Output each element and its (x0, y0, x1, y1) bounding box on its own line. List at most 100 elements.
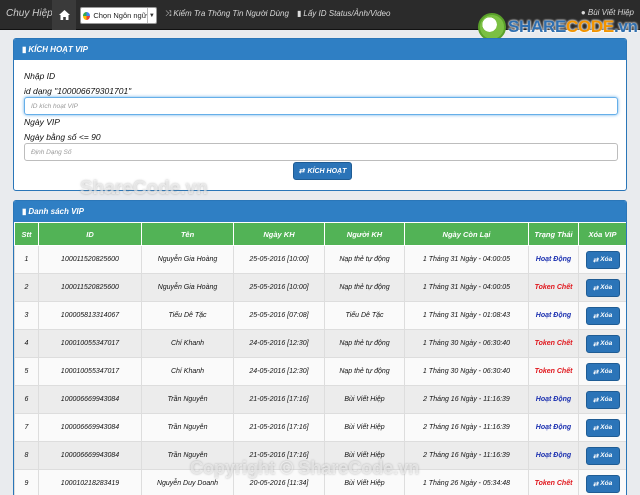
watermark-bottom: Copyright © ShareCode.vn (190, 458, 420, 478)
delete-vip-button[interactable]: ⇄ Xóa (585, 446, 620, 465)
cell-id: 100011520825600 (38, 245, 142, 274)
nav-get-id-label: Lấy ID Status/Ảnh/Video (303, 9, 391, 18)
vip-id-input[interactable]: ID kích hoạt VIP (24, 97, 618, 115)
vip-list-panel: ▮ Danh sách VIP Stt ID Tên Ngày KH Người… (13, 200, 627, 495)
cell-delete: ⇄ Xóa (578, 385, 626, 414)
cell-stt: 7 (14, 413, 39, 442)
cell-stt: 5 (14, 357, 39, 386)
col-id: ID (38, 222, 142, 246)
home-button[interactable] (52, 0, 76, 30)
nav-user-info-label: Kiểm Tra Thông Tin Người Dùng (173, 9, 289, 18)
cell-status: Hoạt Động (528, 413, 579, 442)
nav-user-info-link[interactable]: ⤨ Kiểm Tra Thông Tin Người Dùng (165, 9, 289, 19)
col-status: Trạng Thái (528, 222, 579, 246)
delete-vip-button[interactable]: ⇄ Xóa (585, 334, 620, 353)
swap-icon: ⇄ (592, 284, 599, 292)
col-remaining: Ngày Còn Lại (404, 222, 529, 246)
cell-id: 100010055347017 (38, 357, 142, 386)
col-delete: Xóa VIP (578, 222, 626, 246)
swap-icon: ⇄ (592, 452, 599, 460)
delete-label: Xóa (600, 396, 613, 403)
delete-label: Xóa (600, 256, 613, 263)
cell-status: Token Chết (528, 329, 579, 358)
cell-name: Trần Nguyên (141, 385, 234, 414)
id-label: Nhập ID (24, 71, 56, 81)
cell-status: Token Chết (528, 469, 579, 495)
delete-vip-button[interactable]: ⇄ Xóa (585, 474, 620, 493)
cell-name: Trần Nguyên (141, 413, 234, 442)
cell-id: 100010055347017 (38, 329, 142, 358)
swap-icon: ⇄ (592, 340, 599, 348)
table-row: 3 100005813314067 Tiểu Dê Tặc 25-05-2016 [0… (14, 301, 626, 330)
status-badge: Hoạt Động (535, 452, 572, 459)
status-badge: Hoạt Động (535, 312, 572, 319)
status-badge: Hoạt Động (535, 396, 572, 403)
cell-stt: 2 (14, 273, 39, 302)
cell-stt: 9 (14, 469, 39, 495)
cell-id: 100010218283419 (38, 469, 142, 495)
delete-vip-button[interactable]: ⇄ Xóa (585, 250, 620, 269)
cell-remaining: 1 Tháng 26 Ngày - 05:34:48 (404, 469, 529, 495)
activate-button[interactable]: ⇄ KÍCH HOẠT (293, 162, 352, 180)
language-select-value: Chọn Ngôn ngữ (93, 11, 147, 20)
cell-activator: Tiểu Dê Tặc (324, 301, 405, 330)
swap-icon: ⇄ (298, 168, 305, 175)
language-select[interactable]: Chọn Ngôn ngữ ▼ (80, 7, 157, 24)
activate-button-label: KÍCH HOẠT (307, 167, 347, 175)
brand-link[interactable]: Chuy Hiệp (6, 8, 53, 19)
col-name: Tên (141, 222, 234, 246)
watermark-center: ShareCode.vn (80, 178, 208, 199)
cell-stt: 1 (14, 245, 39, 274)
cell-status: Hoạt Động (528, 245, 579, 274)
nav-get-id-link[interactable]: ▮ Lấy ID Status/Ảnh/Video (297, 9, 390, 18)
cell-status: Hoạt Động (528, 385, 579, 414)
cell-delete: ⇄ Xóa (578, 245, 626, 274)
cell-id: 100006669943084 (38, 385, 142, 414)
delete-vip-button[interactable]: ⇄ Xóa (585, 362, 620, 381)
status-badge: Hoạt Động (535, 256, 572, 263)
col-activator: Người KH (324, 222, 405, 246)
cell-name: Chí Khanh (141, 357, 234, 386)
table-row: 1 100011520825600 Nguyễn Gia Hoàng 25-05-20… (14, 245, 626, 274)
id-hint: id dạng "100006679301701" (24, 86, 132, 96)
signal-icon: ▮ (297, 9, 302, 18)
google-icon (83, 11, 91, 20)
activate-vip-header: ▮ KÍCH HOẠT VIP (14, 39, 626, 60)
table-row: 6 100006669943084 Trần Nguyên 21-05-2016 [1… (14, 385, 626, 414)
delete-label: Xóa (600, 312, 613, 319)
table-row: 7 100006669943084 Trần Nguyên 21-05-2016 [1… (14, 413, 626, 442)
cell-remaining: 1 Tháng 30 Ngày - 06:30:40 (404, 357, 529, 386)
home-icon (58, 10, 70, 20)
cell-delete: ⇄ Xóa (578, 413, 626, 442)
delete-vip-button[interactable]: ⇄ Xóa (585, 278, 620, 297)
delete-vip-button[interactable]: ⇄ Xóa (585, 390, 620, 409)
delete-vip-button[interactable]: ⇄ Xóa (585, 418, 620, 437)
delete-label: Xóa (600, 480, 613, 487)
cell-activator: Nạp thẻ tự động (324, 245, 405, 274)
cell-remaining: 2 Tháng 16 Ngày - 11:16:39 (404, 385, 529, 414)
cell-activator: Nạp thẻ tự động (324, 329, 405, 358)
delete-label: Xóa (600, 340, 613, 347)
table-header-row: Stt ID Tên Ngày KH Người KH Ngày Còn Lại… (14, 222, 626, 246)
status-badge: Token Chết (534, 368, 573, 375)
cell-stt: 4 (14, 329, 39, 358)
cell-status: Token Chết (528, 357, 579, 386)
days-label: Ngày VIP (24, 117, 60, 127)
cell-activator: Bùi Viết Hiệp (324, 413, 405, 442)
cell-date: 24-05-2016 [12:30] (233, 357, 325, 386)
cell-remaining: 2 Tháng 16 Ngày - 11:16:39 (404, 441, 529, 470)
swap-icon: ⇄ (592, 480, 599, 488)
cell-remaining: 1 Tháng 31 Ngày - 04:00:05 (404, 273, 529, 302)
cell-status: Token Chết (528, 273, 579, 302)
delete-label: Xóa (600, 452, 613, 459)
vip-days-input[interactable]: Định Dạng Số (24, 143, 618, 161)
delete-vip-button[interactable]: ⇄ Xóa (585, 306, 620, 325)
cell-date: 21-05-2016 [17:16] (233, 413, 325, 442)
cell-delete: ⇄ Xóa (578, 441, 626, 470)
cell-status: Hoạt Động (528, 441, 579, 470)
swap-icon: ⇄ (592, 396, 599, 404)
cell-name: Nguyễn Gia Hoàng (141, 245, 234, 274)
cell-activator: Bùi Viết Hiệp (324, 385, 405, 414)
shuffle-icon: ⤨ (165, 9, 172, 18)
cell-remaining: 1 Tháng 31 Ngày - 01:08:43 (404, 301, 529, 330)
